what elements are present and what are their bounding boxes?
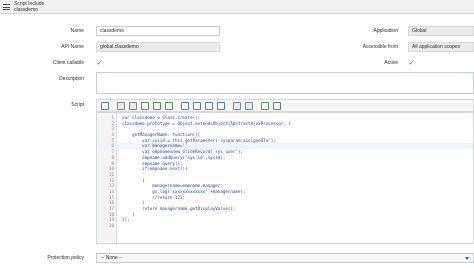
search-prev-icon[interactable] — [217, 102, 225, 110]
form-header: Script Include classdemo — [0, 0, 474, 14]
protection-policy-label: Protection policy — [47, 255, 84, 261]
toggle-line-numbers-icon[interactable] — [141, 102, 149, 110]
search-next-icon[interactable] — [205, 102, 213, 110]
api-name-field: global.classdemo — [96, 42, 220, 52]
hamburger-menu-icon[interactable] — [3, 4, 10, 10]
save-icon[interactable] — [233, 102, 241, 110]
script-tree-icon[interactable] — [153, 102, 161, 110]
description-textarea[interactable] — [96, 72, 474, 94]
protection-policy-value: -- None -- — [101, 255, 123, 261]
debug-icon[interactable] — [165, 102, 173, 110]
api-name-label: API Name — [61, 44, 84, 50]
comment-icon[interactable] — [117, 102, 125, 110]
name-label: Name — [70, 28, 84, 34]
client-callable-checkbox[interactable]: ✓ — [96, 60, 103, 67]
fullscreen-icon[interactable] — [245, 102, 253, 110]
chevron-down-icon — [465, 257, 469, 260]
uncomment-icon[interactable] — [129, 102, 137, 110]
script-editor[interactable]: 1 var classdemo = Class.create(); 2 classde… — [96, 112, 474, 244]
search-icon[interactable] — [181, 102, 189, 110]
format-icon[interactable] — [101, 102, 109, 110]
application-field: Global — [408, 26, 474, 36]
record-name-subtitle: classdemo — [14, 6, 38, 13]
client-callable-label: Client callable — [52, 60, 84, 66]
accessible-from-label: Accessible from — [362, 44, 398, 50]
active-label: Active — [384, 60, 398, 66]
code-line[interactable]: 20 — [97, 223, 473, 229]
script-label: Script — [71, 102, 84, 108]
application-label: Application — [373, 28, 398, 34]
line-number: 20 — [108, 223, 114, 229]
accessible-from-select[interactable]: All application scopes — [408, 42, 474, 52]
active-checkbox[interactable]: ✓ — [408, 60, 415, 67]
code-lines: 1 var classdemo = Class.create(); 2 classde… — [97, 115, 473, 229]
replace-icon[interactable] — [193, 102, 201, 110]
description-label: Description — [58, 76, 84, 82]
syntax-check-icon[interactable] — [261, 102, 269, 110]
protection-policy-select[interactable]: -- None -- — [96, 253, 474, 263]
name-input[interactable]: classdemo — [96, 26, 220, 36]
script-editor-toolbar — [96, 99, 474, 112]
help-icon[interactable] — [273, 102, 281, 110]
